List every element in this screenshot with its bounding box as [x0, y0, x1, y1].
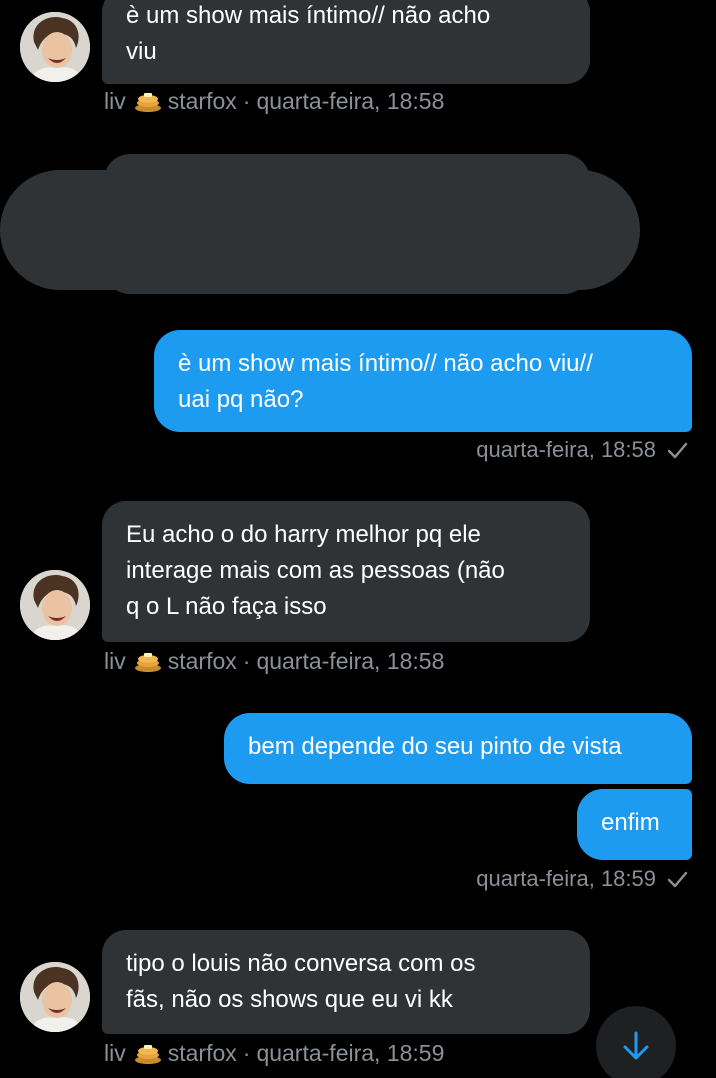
message-meta: liv starfox · quarta-feira, 18:59: [104, 1040, 444, 1067]
message-bubble[interactable]: è um show mais íntimo// não acho viu// u…: [154, 330, 692, 432]
message-time: quarta-feira, 18:58: [256, 648, 445, 674]
dm-conversation: è um show mais íntimo// não acho viu liv…: [0, 0, 716, 1078]
avatar-image: [20, 12, 90, 82]
avatar[interactable]: [20, 12, 90, 82]
meta-separator: ·: [242, 648, 251, 674]
message-bubble[interactable]: Eu acho o do harry melhor pq ele interag…: [102, 501, 590, 642]
meta-separator: ·: [242, 1040, 251, 1066]
sender-handle[interactable]: starfox: [168, 1040, 237, 1067]
avatar[interactable]: [20, 570, 90, 640]
message-bubble[interactable]: bem depende do seu pinto de vista: [224, 713, 692, 784]
avatar-image: [20, 570, 90, 640]
message-bubble[interactable]: enfim: [577, 789, 692, 860]
meta-separator: ·: [242, 88, 251, 114]
message-meta: quarta-feira, 18:58: [476, 437, 688, 463]
message-meta: liv starfox · quarta-feira, 18:58: [104, 648, 444, 675]
pancakes-emoji-icon: [134, 91, 162, 113]
message-meta: quarta-feira, 18:59: [476, 866, 688, 892]
scroll-to-bottom-button[interactable]: [596, 1006, 676, 1078]
sender-handle[interactable]: starfox: [168, 88, 237, 115]
sender-name: liv: [104, 1040, 126, 1066]
message-bubble[interactable]: tipo o louis não conversa com os fãs, nã…: [102, 930, 590, 1034]
message-bubble[interactable]: è um show mais íntimo// não acho viu: [102, 0, 590, 84]
sent-check-icon: [667, 442, 688, 459]
redacted-message-overlay: [0, 170, 640, 290]
message-meta: liv starfox · quarta-feira, 18:58: [104, 88, 444, 115]
message-time: quarta-feira, 18:59: [256, 1040, 445, 1066]
message-time: quarta-feira, 18:59: [476, 866, 656, 891]
arrow-down-icon: [623, 1031, 649, 1060]
pancakes-emoji-icon: [134, 1043, 162, 1065]
sent-check-icon: [667, 871, 688, 888]
avatar[interactable]: [20, 962, 90, 1032]
sender-name: liv: [104, 648, 126, 674]
message-time: quarta-feira, 18:58: [476, 437, 656, 462]
sender-handle[interactable]: starfox: [168, 648, 237, 675]
pancakes-emoji-icon: [134, 651, 162, 673]
avatar-image: [20, 962, 90, 1032]
message-time: quarta-feira, 18:58: [256, 88, 445, 114]
sender-name: liv: [104, 88, 126, 114]
